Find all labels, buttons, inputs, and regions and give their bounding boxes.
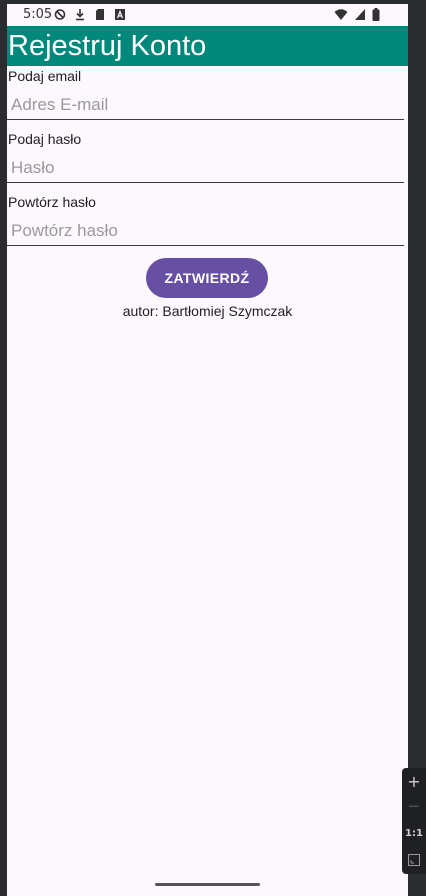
password-field[interactable]	[7, 153, 404, 183]
author-credit: autor: Bartłomiej Szymczak	[122, 303, 293, 319]
app-title: Rejestruj Konto	[8, 30, 207, 62]
emulator-frame: 5:05 Rejestruj Konto Podaj email Adres E…	[0, 0, 426, 896]
status-bar: 5:05	[7, 4, 408, 26]
repeat-password-field[interactable]	[7, 216, 404, 246]
status-time: 5:05	[23, 7, 53, 22]
repeat-password-label: Powtórz hasło	[8, 194, 96, 210]
wifi-icon	[334, 9, 348, 20]
do-not-disturb-icon	[54, 9, 66, 20]
email-label: Podaj email	[8, 68, 82, 84]
status-notification-icons	[54, 8, 126, 21]
app-bar: Rejestruj Konto	[7, 26, 408, 66]
emulator-zoom-panel: + — 1:1	[402, 768, 426, 874]
download-icon	[76, 9, 84, 21]
text-a-icon	[115, 9, 125, 20]
status-system-icons	[334, 8, 380, 21]
email-field[interactable]	[7, 90, 404, 120]
home-gesture-bar[interactable]	[155, 883, 260, 886]
signal-icon	[355, 9, 365, 20]
fit-screen-icon[interactable]	[402, 848, 426, 872]
zoom-out-button[interactable]: —	[402, 794, 426, 818]
zoom-ratio-button[interactable]: 1:1	[402, 822, 426, 846]
password-label: Podaj hasło	[8, 131, 82, 147]
sd-card-icon	[96, 9, 104, 20]
phone-screen: 5:05 Rejestruj Konto Podaj email Adres E…	[7, 4, 408, 896]
zoom-in-button[interactable]: +	[402, 770, 426, 794]
battery-icon	[372, 8, 380, 21]
submit-button[interactable]: ZATWIERDŹ	[146, 258, 268, 298]
